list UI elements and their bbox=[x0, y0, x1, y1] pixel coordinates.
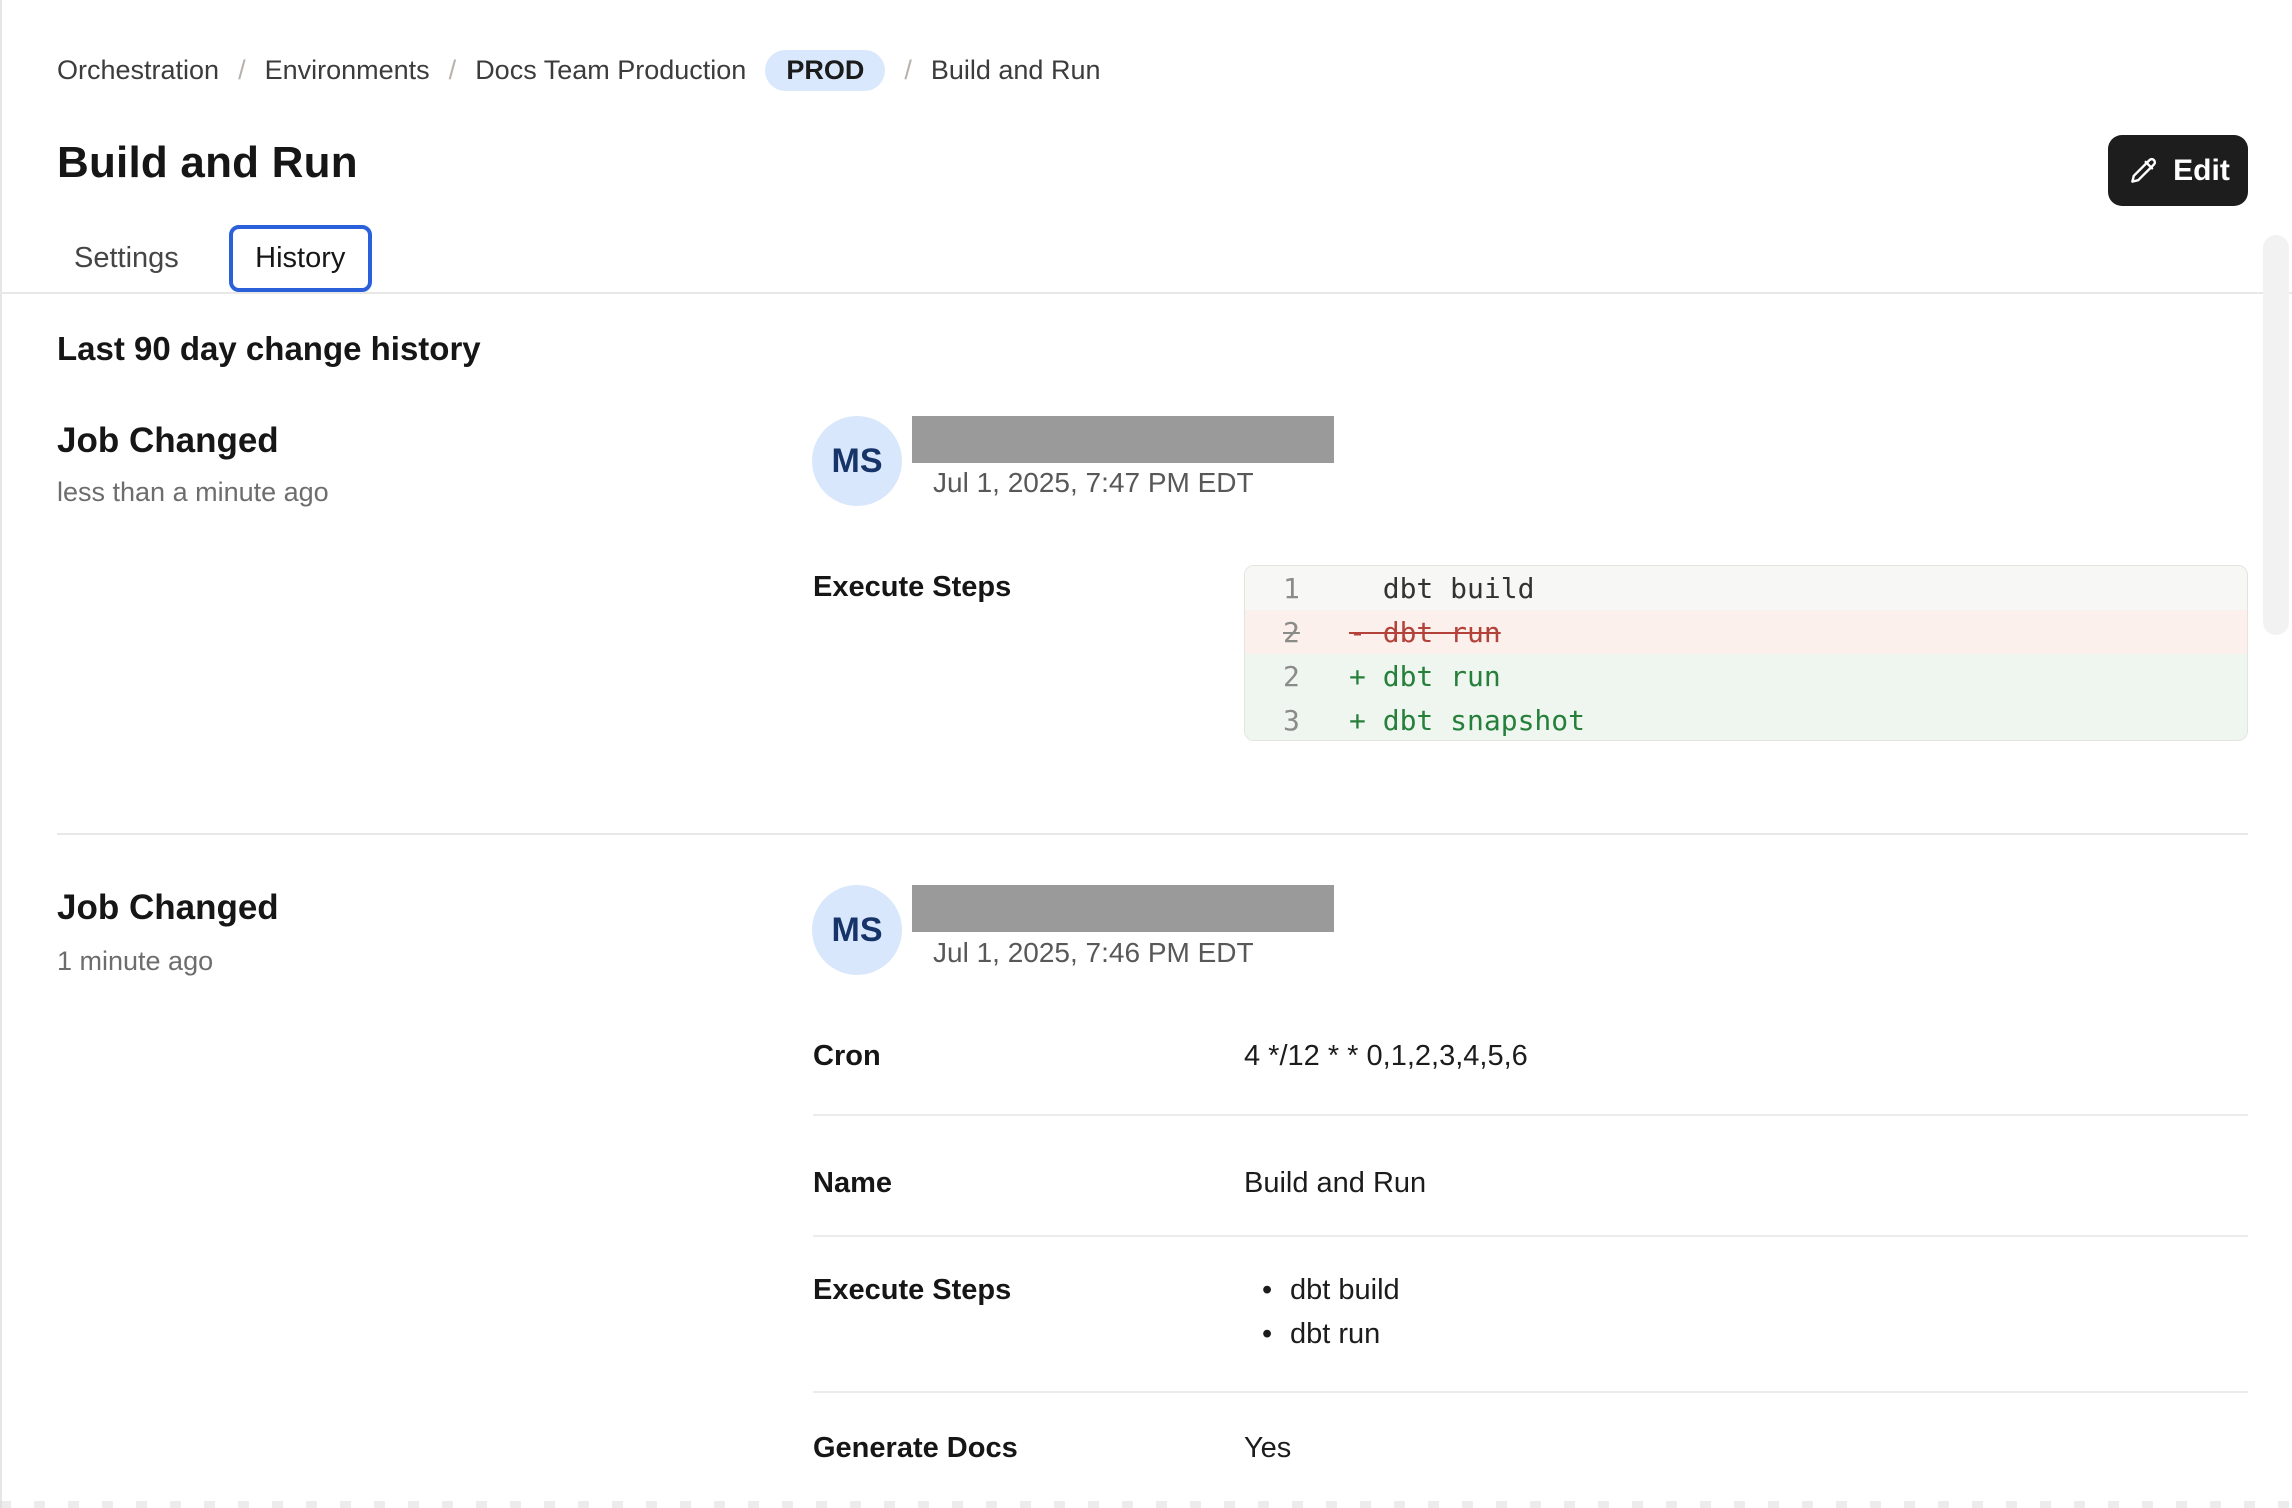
entry-divider bbox=[57, 833, 2248, 835]
execute-step-item: •dbt build bbox=[1262, 1274, 1400, 1307]
breadcrumb-environment-name[interactable]: Docs Team Production bbox=[475, 55, 746, 86]
field-label-generate-docs: Generate Docs bbox=[813, 1432, 1018, 1465]
tab-bar: Settings History bbox=[57, 225, 372, 292]
redacted-username-bar bbox=[912, 416, 1334, 463]
diff-line-number: 3 bbox=[1283, 704, 1349, 737]
field-label-cron: Cron bbox=[813, 1040, 881, 1073]
breadcrumb-orchestration[interactable]: Orchestration bbox=[57, 55, 219, 86]
bullet-icon: • bbox=[1262, 1318, 1290, 1351]
field-row-divider bbox=[813, 1391, 2248, 1393]
breadcrumb-environments[interactable]: Environments bbox=[265, 55, 430, 86]
tab-history[interactable]: History bbox=[229, 225, 372, 292]
diff-line-number: 1 bbox=[1283, 572, 1349, 605]
diff-line-context: 1 dbt build bbox=[1245, 566, 2247, 610]
edit-button-label: Edit bbox=[2173, 154, 2230, 188]
cutoff-content-ticks bbox=[0, 1501, 2292, 1508]
diff-line-code: + dbt run bbox=[1349, 660, 1501, 693]
breadcrumb-separator: / bbox=[904, 55, 912, 86]
breadcrumb-separator: / bbox=[238, 55, 246, 86]
execute-steps-diff-block: 1 dbt build 2- dbt run 2+ dbt run 3+ dbt… bbox=[1244, 565, 2248, 741]
avatar: MS bbox=[812, 885, 902, 975]
bullet-icon: • bbox=[1262, 1274, 1290, 1307]
diff-line-number: 2 bbox=[1283, 660, 1349, 693]
field-label-execute-steps: Execute Steps bbox=[813, 571, 1011, 604]
redacted-username-bar bbox=[912, 885, 1334, 932]
pencil-icon bbox=[2126, 154, 2160, 188]
diff-line-code: - dbt run bbox=[1349, 616, 1501, 649]
avatar: MS bbox=[812, 416, 902, 506]
breadcrumb-separator: / bbox=[449, 55, 457, 86]
entry-relative-time: less than a minute ago bbox=[57, 477, 329, 508]
field-value-name: Build and Run bbox=[1244, 1167, 1426, 1200]
entry-relative-time: 1 minute ago bbox=[57, 946, 213, 977]
breadcrumb: Orchestration / Environments / Docs Team… bbox=[57, 46, 1100, 94]
entry-title: Job Changed bbox=[57, 888, 279, 928]
entry-title: Job Changed bbox=[57, 421, 279, 461]
entry-timestamp: Jul 1, 2025, 7:47 PM EDT bbox=[933, 467, 1254, 499]
tab-settings[interactable]: Settings bbox=[57, 242, 196, 275]
page-left-border bbox=[0, 0, 2, 1508]
diff-line-added: 2+ dbt run bbox=[1245, 654, 2247, 698]
entry-timestamp: Jul 1, 2025, 7:46 PM EDT bbox=[933, 937, 1254, 969]
diff-line-code: + dbt snapshot bbox=[1349, 704, 1585, 737]
diff-line-code: dbt build bbox=[1349, 572, 1534, 605]
edit-button[interactable]: Edit bbox=[2108, 135, 2248, 206]
scrollbar-thumb[interactable] bbox=[2263, 235, 2289, 635]
field-row-divider bbox=[813, 1114, 2248, 1116]
env-badge-prod: PROD bbox=[765, 50, 885, 91]
execute-step-text: dbt run bbox=[1290, 1318, 1380, 1350]
field-row-divider bbox=[813, 1235, 2248, 1237]
page-title: Build and Run bbox=[57, 138, 358, 188]
section-title: Last 90 day change history bbox=[57, 330, 481, 368]
execute-step-text: dbt build bbox=[1290, 1274, 1400, 1306]
field-label-execute-steps: Execute Steps bbox=[813, 1274, 1011, 1307]
field-label-name: Name bbox=[813, 1167, 892, 1200]
field-value-cron: 4 */12 * * 0,1,2,3,4,5,6 bbox=[1244, 1040, 1528, 1073]
diff-line-number: 2 bbox=[1283, 616, 1349, 649]
tab-bar-divider bbox=[0, 292, 2292, 294]
execute-step-item: •dbt run bbox=[1262, 1318, 1380, 1351]
breadcrumb-current-page: Build and Run bbox=[931, 55, 1101, 86]
diff-line-removed: 2- dbt run bbox=[1245, 610, 2247, 654]
diff-line-added: 3+ dbt snapshot bbox=[1245, 698, 2247, 741]
job-history-page: Orchestration / Environments / Docs Team… bbox=[0, 0, 2292, 1508]
field-value-generate-docs: Yes bbox=[1244, 1432, 1291, 1465]
